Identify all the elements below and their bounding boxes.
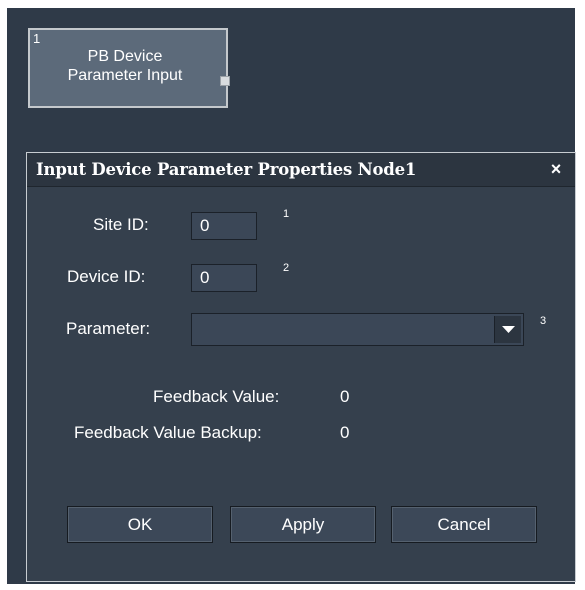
site-id-input[interactable] [191, 212, 257, 240]
ok-button[interactable]: OK [67, 506, 213, 543]
chevron-down-icon [502, 326, 515, 333]
parameter-select[interactable] [191, 313, 524, 346]
feedback-value-backup: 0 [340, 423, 350, 442]
node-title: PB Device Parameter Input [67, 48, 183, 84]
feedback-value-label: Feedback Value: [153, 387, 280, 406]
device-id-label: Device ID: [67, 267, 146, 286]
site-id-label: Site ID: [93, 215, 149, 234]
parameter-marker: 3 [540, 315, 547, 327]
dialog-titlebar[interactable]: Input Device Parameter Properties Node1 … [27, 153, 575, 187]
properties-dialog: Input Device Parameter Properties Node1 … [26, 152, 576, 582]
feedback-value: 0 [340, 387, 350, 406]
site-id-marker: 1 [283, 208, 290, 220]
workspace-canvas: 1 PB Device Parameter Input Input Device… [7, 8, 576, 584]
device-id-marker: 2 [283, 262, 290, 274]
node-index: 1 [33, 31, 41, 46]
close-icon[interactable]: × [547, 160, 565, 178]
apply-button[interactable]: Apply [230, 506, 376, 543]
pb-device-parameter-input-node[interactable]: 1 PB Device Parameter Input [28, 28, 230, 108]
node-output-port[interactable] [220, 76, 230, 86]
cancel-button[interactable]: Cancel [391, 506, 537, 543]
dropdown-button[interactable] [494, 316, 521, 343]
dialog-title: Input Device Parameter Properties Node1 [36, 160, 417, 179]
parameter-label: Parameter: [66, 319, 151, 338]
device-id-input[interactable] [191, 264, 257, 292]
feedback-value-backup-label: Feedback Value Backup: [74, 423, 262, 442]
